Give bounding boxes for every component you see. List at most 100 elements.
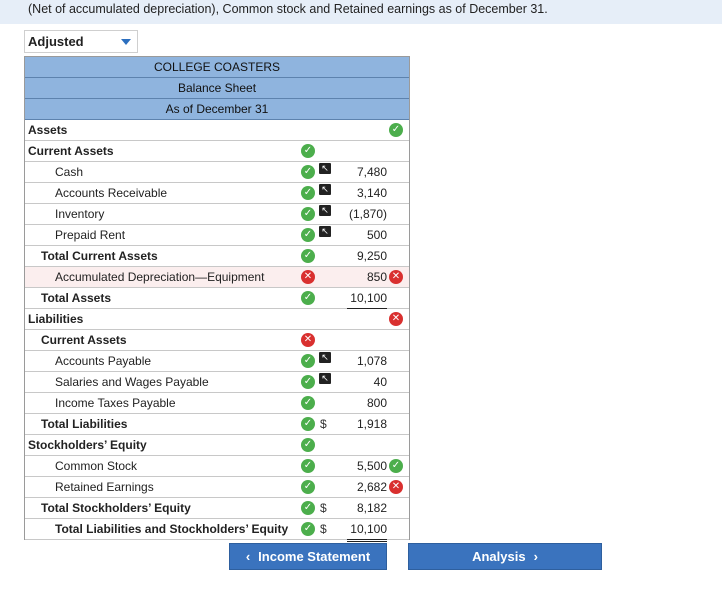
table-row: Accounts Receivable ✓ ↖ 3,140 xyxy=(25,183,409,204)
statement-type-dropdown[interactable]: Adjusted xyxy=(24,30,138,53)
balance-sheet-rows: Assets ✓ Current Assets ✓ Cash ✓ ↖ 7,480 Account… xyxy=(25,120,409,542)
row-label[interactable]: Accounts Payable xyxy=(55,351,151,371)
check-icon: ✓ xyxy=(301,501,315,515)
amount-input[interactable]: 10,100 xyxy=(347,519,387,542)
table-row: Accounts Payable ✓ ↖ 1,078 xyxy=(25,351,409,372)
check-icon: ✓ xyxy=(301,438,315,452)
check-icon: ✓ xyxy=(301,207,315,221)
row-label[interactable]: Assets xyxy=(28,120,67,140)
x-icon: ✕ xyxy=(301,270,315,284)
row-label[interactable]: Accounts Receivable xyxy=(55,183,167,203)
table-row: Stockholders’ Equity ✓ xyxy=(25,435,409,456)
amount-input[interactable]: 800 xyxy=(347,393,387,413)
check-icon: ✓ xyxy=(301,228,315,242)
row-label[interactable]: Inventory xyxy=(55,204,104,224)
row-label[interactable]: Current Assets xyxy=(41,330,127,350)
reference-arrow-icon[interactable]: ↖ xyxy=(319,205,331,216)
row-label[interactable]: Stockholders’ Equity xyxy=(28,435,147,455)
amount-input[interactable]: 500 xyxy=(347,225,387,245)
amount-input[interactable]: 3,140 xyxy=(347,183,387,203)
chevron-left-icon: ‹ xyxy=(245,549,251,564)
row-label[interactable]: Total Liabilities and Stockholders’ Equi… xyxy=(55,519,288,539)
row-label[interactable]: Retained Earnings xyxy=(55,477,154,497)
check-icon: ✓ xyxy=(389,123,403,137)
analysis-button-label: Analysis xyxy=(472,549,526,564)
row-label[interactable]: Income Taxes Payable xyxy=(55,393,176,413)
check-icon: ✓ xyxy=(301,354,315,368)
row-label[interactable]: Current Assets xyxy=(28,141,114,161)
table-row: Cash ✓ ↖ 7,480 xyxy=(25,162,409,183)
row-label[interactable]: Accumulated Depreciation—Equipment xyxy=(55,267,264,287)
dollar-sign: $ xyxy=(320,522,327,536)
row-label[interactable]: Liabilities xyxy=(28,309,83,329)
statement-date: As of December 31 xyxy=(25,99,409,120)
row-label[interactable]: Total Liabilities xyxy=(41,414,127,434)
reference-arrow-icon[interactable]: ↖ xyxy=(319,352,331,363)
x-icon: ✕ xyxy=(389,312,403,326)
check-icon: ✓ xyxy=(301,249,315,263)
statement-title: Balance Sheet xyxy=(25,78,409,99)
check-icon: ✓ xyxy=(301,396,315,410)
amount-input[interactable]: 1,078 xyxy=(347,351,387,371)
reference-arrow-icon[interactable]: ↖ xyxy=(319,226,331,237)
amount-input[interactable]: 40 xyxy=(347,372,387,392)
balance-sheet: COLLEGE COASTERS Balance Sheet As of Dec… xyxy=(24,56,410,542)
table-row: Total Liabilities and Stockholders’ Equi… xyxy=(25,519,409,542)
amount-input[interactable]: 1,918 xyxy=(347,414,387,434)
table-row: Total Liabilities ✓ $1,918 xyxy=(25,414,409,435)
x-icon: ✕ xyxy=(389,270,403,284)
table-row: Total Current Assets ✓ 9,250 xyxy=(25,246,409,267)
dollar-sign: $ xyxy=(320,417,327,431)
row-label[interactable]: Prepaid Rent xyxy=(55,225,125,245)
amount-input[interactable]: 2,682 xyxy=(347,477,387,497)
x-icon: ✕ xyxy=(301,333,315,347)
table-row: Common Stock ✓ 5,500 ✓ xyxy=(25,456,409,477)
check-icon: ✓ xyxy=(301,417,315,431)
row-label[interactable]: Total Stockholders’ Equity xyxy=(41,498,191,518)
dollar-sign: $ xyxy=(320,501,327,515)
chevron-right-icon: › xyxy=(533,549,538,564)
check-icon: ✓ xyxy=(301,186,315,200)
row-label[interactable]: Cash xyxy=(55,162,83,182)
reference-arrow-icon[interactable]: ↖ xyxy=(319,163,331,174)
check-icon: ✓ xyxy=(301,165,315,179)
reference-arrow-icon[interactable]: ↖ xyxy=(319,373,331,384)
table-row: Retained Earnings ✓ 2,682 ✕ xyxy=(25,477,409,498)
table-row: Total Stockholders’ Equity ✓ $8,182 xyxy=(25,498,409,519)
table-row: Current Assets ✕ xyxy=(25,330,409,351)
analysis-button[interactable]: Analysis › xyxy=(408,543,602,570)
income-statement-button-label: Income Statement xyxy=(258,549,371,564)
check-icon: ✓ xyxy=(389,459,403,473)
check-icon: ✓ xyxy=(301,522,315,536)
table-row: Prepaid Rent ✓ ↖ 500 xyxy=(25,225,409,246)
table-row: Liabilities ✕ xyxy=(25,309,409,330)
company-name: COLLEGE COASTERS xyxy=(25,57,409,78)
amount-input[interactable]: (1,870) xyxy=(347,204,387,224)
x-icon: ✕ xyxy=(389,480,403,494)
check-icon: ✓ xyxy=(301,480,315,494)
chevron-down-icon xyxy=(121,38,131,45)
row-label[interactable]: Salaries and Wages Payable xyxy=(55,372,209,392)
row-label[interactable]: Total Assets xyxy=(41,288,111,308)
amount-input[interactable]: 9,250 xyxy=(347,246,387,266)
amount-input[interactable]: 10,100 xyxy=(347,288,387,309)
row-label[interactable]: Common Stock xyxy=(55,456,137,476)
amount-input[interactable]: 7,480 xyxy=(347,162,387,182)
check-icon: ✓ xyxy=(301,375,315,389)
table-row: Total Assets ✓ 10,100 xyxy=(25,288,409,309)
table-row: Assets ✓ xyxy=(25,120,409,141)
dropdown-selected-value: Adjusted xyxy=(28,34,84,49)
amount-input[interactable]: 5,500 xyxy=(347,456,387,476)
table-row: Accumulated Depreciation—Equipment ✕ 850 ✕ xyxy=(25,267,409,288)
reference-arrow-icon[interactable]: ↖ xyxy=(319,184,331,195)
check-icon: ✓ xyxy=(301,459,315,473)
table-row: Salaries and Wages Payable ✓ ↖ 40 xyxy=(25,372,409,393)
check-icon: ✓ xyxy=(301,144,315,158)
amount-input[interactable]: 850 xyxy=(347,267,387,287)
row-label[interactable]: Total Current Assets xyxy=(41,246,158,266)
amount-input[interactable]: 8,182 xyxy=(347,498,387,518)
table-row: Income Taxes Payable ✓ 800 xyxy=(25,393,409,414)
income-statement-button[interactable]: ‹ Income Statement xyxy=(229,543,387,570)
instruction-text: (Net of accumulated depreciation), Commo… xyxy=(0,0,722,24)
table-row: Inventory ✓ ↖ (1,870) xyxy=(25,204,409,225)
